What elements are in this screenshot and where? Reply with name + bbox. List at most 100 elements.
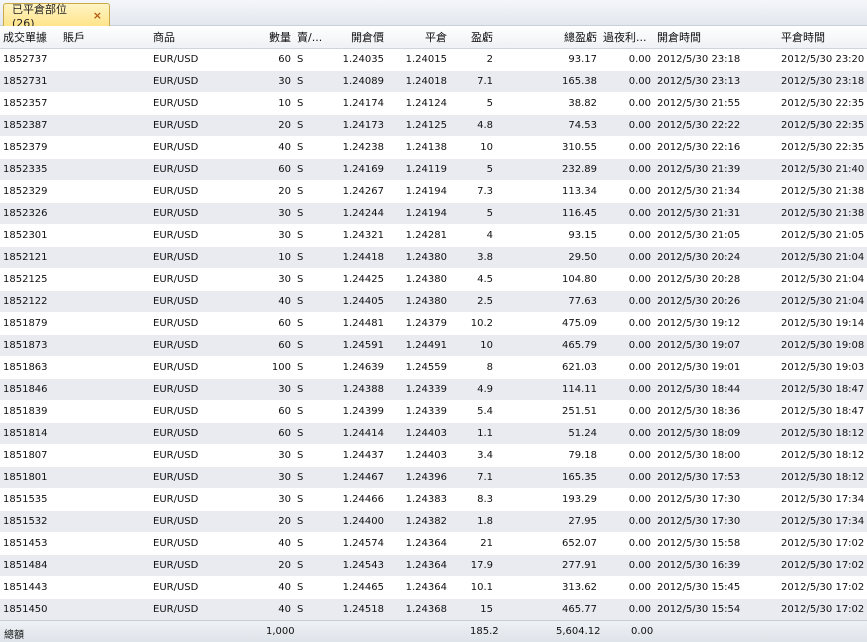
close-icon[interactable]: × — [93, 9, 102, 22]
table-row[interactable]: 1851450 EUR/USD 40 S 1.24518 1.24368 15 465.77 0… — [0, 598, 867, 621]
table-header-row: 成交單據 賬戶 商品 數量 賣/... 開倉價 平倉 盈虧 總盈虧 過夜利...… — [0, 26, 867, 49]
cell-ticket: 1851443 — [0, 576, 60, 599]
cell-rollover: 0.00 — [600, 70, 654, 93]
cell-side: S — [294, 356, 327, 379]
table-row[interactable]: 1852731 EUR/USD 30 S 1.24089 1.24018 7.1 165.38… — [0, 70, 867, 93]
table-row[interactable]: 1851532 EUR/USD 20 S 1.24400 1.24382 1.8 27.95 0… — [0, 510, 867, 533]
column-header-close-price[interactable]: 平倉 — [387, 26, 450, 49]
column-header-rollover[interactable]: 過夜利... — [600, 26, 654, 49]
cell-quantity: 20 — [230, 180, 294, 203]
cell-open-time: 2012/5/30 17:53 — [654, 466, 778, 489]
table-row[interactable]: 1852125 EUR/USD 30 S 1.24425 1.24380 4.5 104.80… — [0, 268, 867, 291]
column-header-close-time[interactable]: 平倉時間 — [778, 26, 867, 49]
table-row[interactable]: 1852357 EUR/USD 10 S 1.24174 1.24124 5 38.82 0.0… — [0, 92, 867, 115]
cell-side: S — [294, 92, 327, 115]
table-row[interactable]: 1852301 EUR/USD 30 S 1.24321 1.24281 4 93.15 0.0… — [0, 224, 867, 247]
cell-symbol: EUR/USD — [150, 554, 230, 577]
cell-open-price: 1.24321 — [327, 224, 387, 247]
column-header-account[interactable]: 賬戶 — [60, 26, 150, 49]
table-row[interactable]: 1851839 EUR/USD 60 S 1.24399 1.24339 5.4 251.51… — [0, 400, 867, 423]
column-header-side[interactable]: 賣/... — [294, 26, 327, 49]
cell-close-time: 2012/5/30 17:02 — [778, 598, 867, 621]
cell-account — [60, 48, 150, 71]
cell-total-pnl: 165.35 — [496, 466, 600, 489]
cell-ticket: 1851814 — [0, 422, 60, 445]
cell-open-price: 1.24425 — [327, 268, 387, 291]
column-header-ticket[interactable]: 成交單據 — [0, 26, 60, 49]
cell-ticket: 1851807 — [0, 444, 60, 467]
table-row[interactable]: 1851807 EUR/USD 30 S 1.24437 1.24403 3.4 79.18 0… — [0, 444, 867, 467]
table-row[interactable]: 1852737 EUR/USD 60 S 1.24035 1.24015 2 93.17 0.0… — [0, 48, 867, 71]
cell-ticket: 1852122 — [0, 290, 60, 313]
cell-close-time: 2012/5/30 19:03 — [778, 356, 867, 379]
cell-close-time: 2012/5/30 21:38 — [778, 202, 867, 225]
cell-pips: 8 — [450, 356, 496, 379]
column-header-pips[interactable]: 盈虧 — [450, 26, 496, 49]
cell-symbol: EUR/USD — [150, 422, 230, 445]
column-header-total-pnl[interactable]: 總盈虧 — [496, 26, 600, 49]
cell-close-price: 1.24364 — [387, 532, 450, 555]
cell-quantity: 40 — [230, 576, 294, 599]
cell-rollover: 0.00 — [600, 400, 654, 423]
table-row[interactable]: 1851879 EUR/USD 60 S 1.24481 1.24379 10.2 475.0… — [0, 312, 867, 335]
cell-pips: 1.1 — [450, 422, 496, 445]
table-row[interactable]: 1851863 EUR/USD 100 S 1.24639 1.24559 8 621.03 0… — [0, 356, 867, 379]
column-header-quantity[interactable]: 數量 — [230, 26, 294, 49]
table-row[interactable]: 1851814 EUR/USD 60 S 1.24414 1.24403 1.1 51.24 0… — [0, 422, 867, 445]
cell-account — [60, 488, 150, 511]
table-row[interactable]: 1852379 EUR/USD 40 S 1.24238 1.24138 10 310.55 0… — [0, 136, 867, 159]
table-row[interactable]: 1852121 EUR/USD 10 S 1.24418 1.24380 3.8 29.50 0… — [0, 246, 867, 269]
table-row[interactable]: 1852326 EUR/USD 30 S 1.24244 1.24194 5 116.45 0.… — [0, 202, 867, 225]
column-header-symbol[interactable]: 商品 — [150, 26, 230, 49]
table-row[interactable]: 1851873 EUR/USD 60 S 1.24591 1.24491 10 465.79 0… — [0, 334, 867, 357]
table-row[interactable]: 1852122 EUR/USD 40 S 1.24405 1.24380 2.5 77.63 0… — [0, 290, 867, 313]
cell-close-price: 1.24194 — [387, 180, 450, 203]
cell-rollover: 0.00 — [600, 92, 654, 115]
table-row[interactable]: 1851484 EUR/USD 20 S 1.24543 1.24364 17.9 277.9… — [0, 554, 867, 577]
cell-account — [60, 510, 150, 533]
tab-closed-positions[interactable]: 已平倉部位 (26) × — [3, 3, 110, 30]
cell-open-price: 1.24591 — [327, 334, 387, 357]
cell-close-price: 1.24339 — [387, 400, 450, 423]
cell-open-time: 2012/5/30 18:09 — [654, 422, 778, 445]
table-row[interactable]: 1851535 EUR/USD 30 S 1.24466 1.24383 8.3 193.29… — [0, 488, 867, 511]
table-row[interactable]: 1852335 EUR/USD 60 S 1.24169 1.24119 5 232.89 0.… — [0, 158, 867, 181]
cell-pips: 17.9 — [450, 554, 496, 577]
cell-account — [60, 422, 150, 445]
cell-open-price: 1.24481 — [327, 312, 387, 335]
table-row[interactable]: 1851443 EUR/USD 40 S 1.24465 1.24364 10.1 313.6… — [0, 576, 867, 599]
column-header-open-price[interactable]: 開倉價 — [327, 26, 387, 49]
cell-side: S — [294, 224, 327, 247]
cell-side: S — [294, 532, 327, 555]
cell-quantity: 10 — [230, 246, 294, 269]
table-row[interactable]: 1851453 EUR/USD 40 S 1.24574 1.24364 21 652.07 0… — [0, 532, 867, 555]
cell-total-pnl: 313.62 — [496, 576, 600, 599]
cell-total-pnl: 38.82 — [496, 92, 600, 115]
cell-total-pnl: 116.45 — [496, 202, 600, 225]
totals-pnl: 5,604.12 — [556, 626, 601, 637]
table-row[interactable]: 1851846 EUR/USD 30 S 1.24388 1.24339 4.9 114.11… — [0, 378, 867, 401]
closed-positions-table: 成交單據 賬戶 商品 數量 賣/... 開倉價 平倉 盈虧 總盈虧 過夜利...… — [0, 26, 867, 621]
table-row[interactable]: 1851801 EUR/USD 30 S 1.24467 1.24396 7.1 165.35… — [0, 466, 867, 489]
cell-quantity: 30 — [230, 378, 294, 401]
cell-open-price: 1.24414 — [327, 422, 387, 445]
cell-open-time: 2012/5/30 15:54 — [654, 598, 778, 621]
cell-close-price: 1.24194 — [387, 202, 450, 225]
cell-ticket: 1851801 — [0, 466, 60, 489]
cell-side: S — [294, 554, 327, 577]
cell-total-pnl: 79.18 — [496, 444, 600, 467]
cell-open-time: 2012/5/30 19:12 — [654, 312, 778, 335]
cell-symbol: EUR/USD — [150, 48, 230, 71]
cell-account — [60, 202, 150, 225]
table-row[interactable]: 1852329 EUR/USD 20 S 1.24267 1.24194 7.3 113.34… — [0, 180, 867, 203]
column-header-open-time[interactable]: 開倉時間 — [654, 26, 778, 49]
cell-open-time: 2012/5/30 23:18 — [654, 48, 778, 71]
cell-close-price: 1.24379 — [387, 312, 450, 335]
cell-close-price: 1.24281 — [387, 224, 450, 247]
cell-pips: 10 — [450, 334, 496, 357]
cell-close-time: 2012/5/30 18:47 — [778, 378, 867, 401]
cell-side: S — [294, 202, 327, 225]
cell-symbol: EUR/USD — [150, 180, 230, 203]
table-row[interactable]: 1852387 EUR/USD 20 S 1.24173 1.24125 4.8 74.53 0… — [0, 114, 867, 137]
cell-close-price: 1.24383 — [387, 488, 450, 511]
